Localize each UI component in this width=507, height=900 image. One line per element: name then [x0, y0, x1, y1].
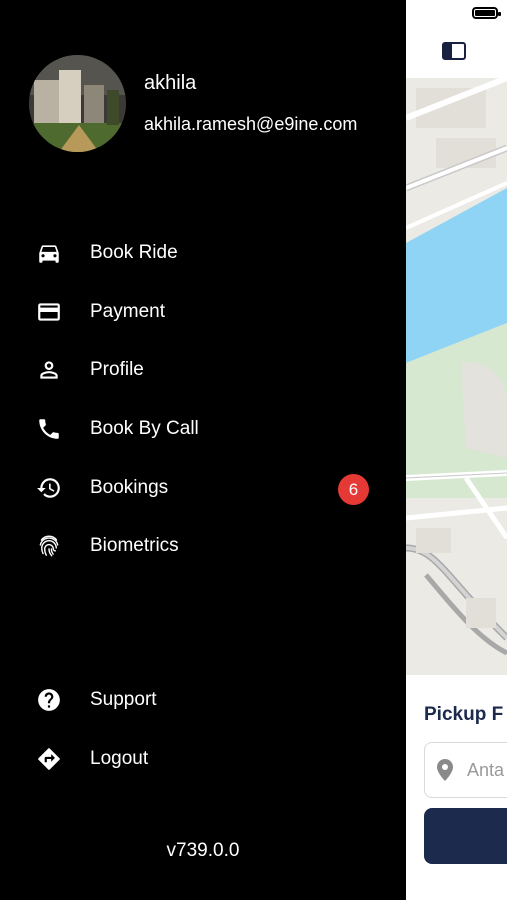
- menu-item-book-by-call[interactable]: Book By Call: [0, 406, 406, 452]
- map-graphic: [406, 78, 507, 675]
- confirm-pickup-button[interactable]: [424, 808, 507, 864]
- menu-item-logout[interactable]: Logout: [0, 736, 406, 782]
- menu-item-bookings[interactable]: Bookings 6: [0, 465, 406, 511]
- car-icon: [39, 245, 59, 263]
- menu-item-profile[interactable]: Profile: [0, 347, 406, 393]
- credit-card-icon: [38, 303, 60, 321]
- phone-icon: [39, 419, 59, 439]
- bookings-count-badge: 6: [338, 474, 369, 505]
- logout-icon: [38, 748, 60, 770]
- pickup-location-value: Anta: [467, 760, 505, 780]
- menu-item-label: Book Ride: [90, 242, 178, 263]
- battery-icon: [472, 7, 501, 19]
- menu-item-label: Logout: [90, 748, 149, 769]
- menu-item-label: Biometrics: [90, 535, 179, 556]
- menu-item-payment[interactable]: Payment: [0, 289, 406, 335]
- avatar[interactable]: [29, 55, 126, 152]
- menu-item-label: Payment: [90, 301, 165, 322]
- menu-item-biometrics[interactable]: Biometrics: [0, 523, 406, 569]
- help-icon: [38, 689, 60, 711]
- menu-item-label: Book By Call: [90, 418, 199, 439]
- menu-item-label: Profile: [90, 359, 144, 380]
- pickup-title: Pickup F: [424, 704, 504, 725]
- menu-item-label: Bookings: [90, 477, 169, 498]
- history-icon: [37, 478, 60, 498]
- avatar-photo: [29, 55, 126, 152]
- sidebar-toggle-icon[interactable]: [442, 42, 466, 60]
- navigation-drawer: akhila akhila.ramesh@e9ine.com Book Ride…: [0, 0, 406, 900]
- location-pin-icon: [437, 759, 453, 781]
- user-email: akhila.ramesh@e9ine.com: [144, 114, 358, 134]
- menu-item-book-ride[interactable]: Book Ride: [0, 230, 406, 276]
- app-version: v739.0.0: [166, 840, 240, 861]
- menu-item-support[interactable]: Support: [0, 677, 406, 723]
- menu-item-label: Support: [90, 689, 157, 710]
- fingerprint-icon: [39, 535, 59, 557]
- pickup-location-field[interactable]: Anta: [424, 742, 507, 798]
- person-icon: [40, 361, 58, 379]
- user-name: akhila: [144, 72, 197, 94]
- map-view[interactable]: [406, 78, 507, 675]
